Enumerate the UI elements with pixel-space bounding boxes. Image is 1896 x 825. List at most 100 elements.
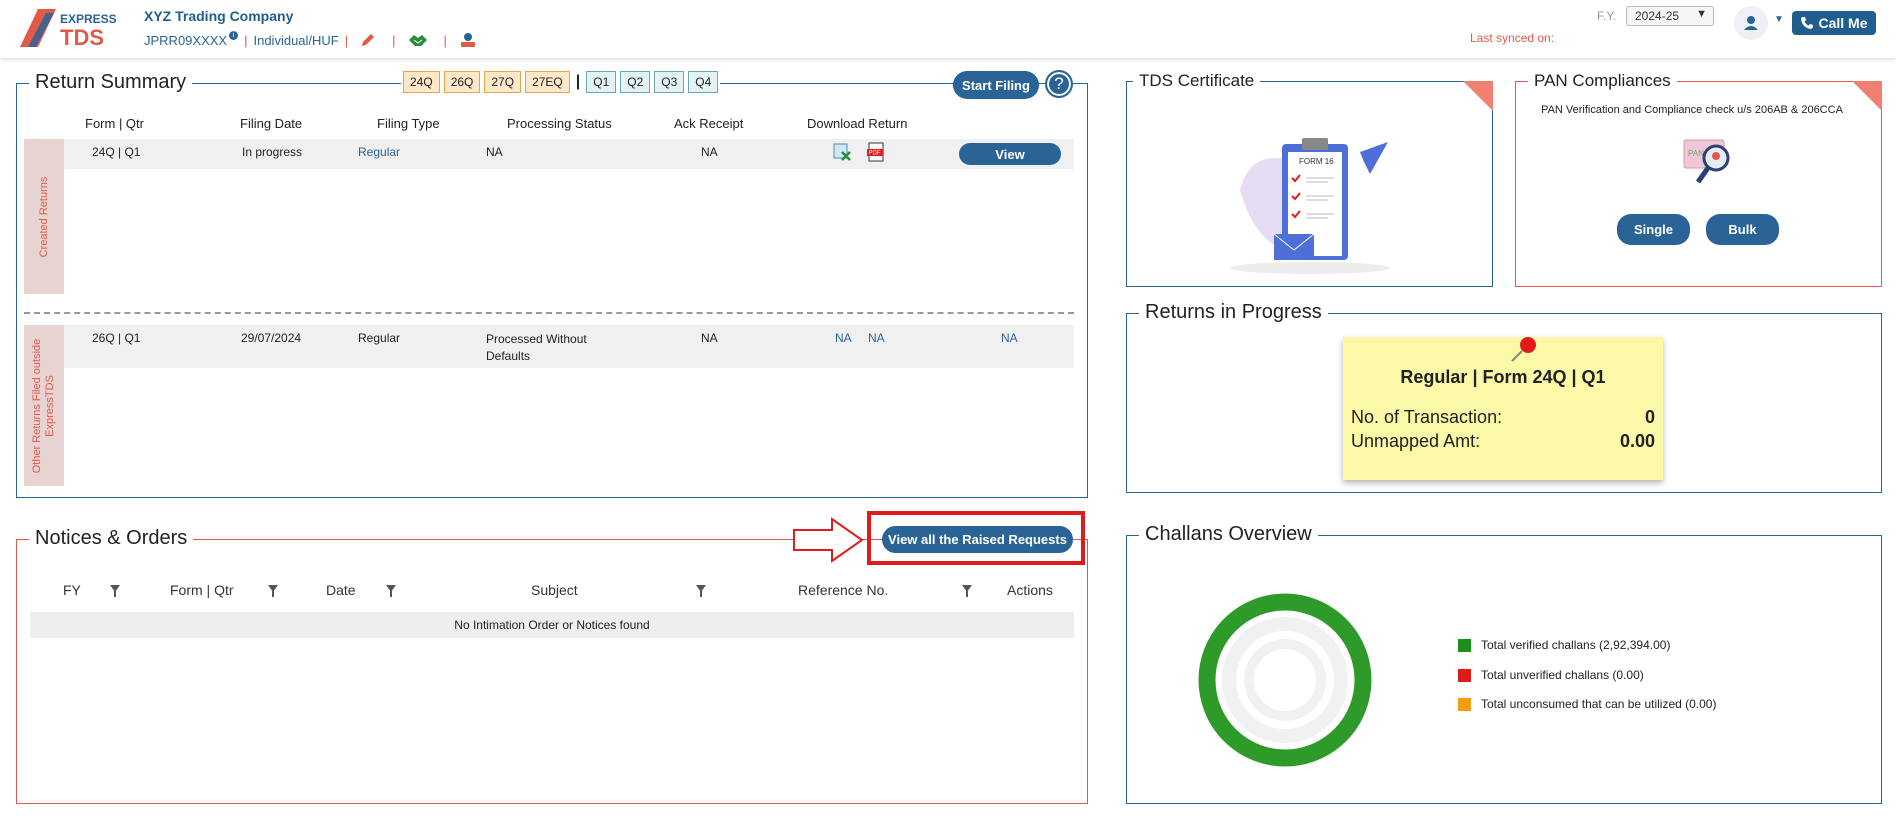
- col-processing-status: Processing Status: [507, 116, 612, 131]
- separator: |: [344, 32, 349, 48]
- single-button[interactable]: Single: [1617, 214, 1690, 245]
- pan-compliances-subtitle: PAN Verification and Compliance check u/…: [1541, 104, 1843, 116]
- row-filing-date: In progress: [242, 145, 303, 159]
- row-filing-date: 29/07/2024: [241, 331, 302, 345]
- chip-24q[interactable]: 24Q: [403, 71, 440, 93]
- chip-27eq[interactable]: 27EQ: [525, 71, 570, 93]
- chip-27q[interactable]: 27Q: [484, 71, 522, 93]
- chevron-down-icon[interactable]: ▼: [1774, 14, 1784, 25]
- pan-card-search-icon: PAN: [1683, 139, 1730, 184]
- chip-divider: |: [575, 73, 581, 90]
- other-returns-tab: Other Returns Filed outside ExpressTDS: [24, 325, 64, 486]
- chevron-down-icon: ▼: [1696, 8, 1707, 20]
- view-button[interactable]: View: [959, 143, 1061, 165]
- chip-q4[interactable]: Q4: [688, 71, 719, 93]
- handshake-icon[interactable]: [408, 32, 428, 48]
- bulk-button[interactable]: Bulk: [1706, 214, 1779, 245]
- return-progress-card[interactable]: Regular | Form 24Q | Q1 No. of Transacti…: [1343, 337, 1663, 480]
- pan-number: JPRR09XXXX: [144, 32, 228, 48]
- row-action[interactable]: NA: [1001, 331, 1018, 345]
- call-me-label: Call Me: [1818, 15, 1868, 31]
- fy-label: F.Y.: [1597, 9, 1617, 23]
- legend-swatch-unconsumed: [1458, 697, 1471, 711]
- chip-q3[interactable]: Q3: [654, 71, 685, 93]
- filter-icon[interactable]: [962, 585, 972, 597]
- company-name: XYZ Trading Company: [144, 8, 294, 24]
- created-returns-tab: Created Returns: [24, 139, 64, 294]
- col-actions: Actions: [1007, 582, 1053, 598]
- section-divider: [24, 312, 1074, 314]
- table-row: [64, 139, 1074, 169]
- separator: |: [443, 32, 447, 48]
- return-summary-title: Return Summary: [29, 71, 193, 94]
- filter-icon[interactable]: [110, 585, 120, 597]
- separator: |: [244, 32, 248, 48]
- legend-unconsumed: Total unconsumed that can be utilized (0…: [1458, 697, 1716, 711]
- col-ack-receipt: Ack Receipt: [674, 116, 744, 131]
- top-header: EXPRESS TDS XYZ Trading Company JPRR09XX…: [0, 0, 1896, 58]
- corner-ribbon: [1463, 81, 1493, 111]
- txn-label: No. of Transaction:: [1351, 407, 1503, 427]
- col-filing-type: Filing Type: [377, 116, 440, 131]
- user-badge-icon[interactable]: [459, 32, 477, 48]
- col-form-qtr: Form | Qtr: [85, 116, 144, 131]
- legend-verified: Total verified challans (2,92,394.00): [1458, 638, 1670, 652]
- col-reference-no: Reference No.: [798, 582, 889, 598]
- svg-text:PDF: PDF: [869, 151, 881, 157]
- row-status: Processed Without Defaults: [486, 332, 587, 363]
- svg-text:PAN: PAN: [1688, 149, 1704, 158]
- corner-ribbon: [1852, 81, 1882, 111]
- company-subline: JPRR09XXXX i | Individual/HUF | | |: [144, 30, 477, 48]
- legend-swatch-unverified: [1458, 668, 1471, 682]
- excel-download-icon[interactable]: [832, 142, 852, 162]
- col-fy: FY: [63, 582, 81, 598]
- row-filing-type-link[interactable]: Regular: [358, 145, 400, 159]
- col-download-return: Download Return: [807, 116, 908, 131]
- row-filing-type: Regular: [358, 331, 401, 345]
- chip-q1[interactable]: Q1: [586, 71, 617, 93]
- fy-select[interactable]: 2024-25 ▼: [1626, 6, 1714, 26]
- entity-type: Individual/HUF: [253, 32, 339, 48]
- view-all-raised-requests-button[interactable]: View all the Raised Requests: [882, 526, 1073, 553]
- row-status: NA: [486, 145, 503, 159]
- chip-26q[interactable]: 26Q: [443, 71, 481, 93]
- txn-value: 0: [1644, 407, 1655, 427]
- row-download-1[interactable]: NA: [835, 331, 852, 345]
- chip-q2[interactable]: Q2: [620, 71, 651, 93]
- amt-label: Unmapped Amt:: [1351, 431, 1481, 451]
- legend-swatch-verified: [1458, 638, 1471, 652]
- notices-title: Notices & Orders: [29, 527, 194, 550]
- card-title: Regular | Form 24Q | Q1: [1400, 367, 1606, 387]
- edit-icon[interactable]: [360, 32, 376, 48]
- col-form-qtr: Form | Qtr: [170, 582, 234, 598]
- expresstds-logo[interactable]: EXPRESS TDS: [20, 9, 124, 47]
- challans-overview-title: Challans Overview: [1139, 523, 1318, 546]
- row-form-qtr: 26Q | Q1: [92, 331, 141, 345]
- col-filing-date: Filing Date: [240, 116, 303, 131]
- filter-icon[interactable]: [696, 585, 706, 597]
- separator: |: [392, 32, 396, 48]
- tds-certificate-title: TDS Certificate: [1133, 71, 1261, 91]
- row-ack: NA: [701, 145, 718, 159]
- help-icon[interactable]: ?: [1045, 70, 1073, 98]
- info-icon[interactable]: i: [229, 30, 239, 40]
- call-me-button[interactable]: Call Me: [1792, 11, 1876, 35]
- form16-illustration: FORM 16: [1230, 138, 1390, 274]
- challans-donut: [1198, 593, 1372, 767]
- pan-compliances-title: PAN Compliances: [1528, 71, 1677, 91]
- filter-icon[interactable]: [386, 585, 396, 597]
- start-filing-button[interactable]: Start Filing: [953, 71, 1039, 99]
- avatar[interactable]: [1734, 6, 1768, 40]
- pdf-download-icon[interactable]: PDF: [866, 142, 886, 162]
- row-form-qtr: 24Q | Q1: [92, 145, 141, 159]
- empty-notices-message: No Intimation Order or Notices found: [30, 612, 1074, 638]
- last-synced: Last synced on:: [1470, 31, 1555, 45]
- row-download-2[interactable]: NA: [868, 331, 885, 345]
- col-date: Date: [326, 582, 356, 598]
- svg-text:TDS: TDS: [60, 25, 104, 47]
- col-subject: Subject: [531, 582, 578, 598]
- amt-value: 0.00: [1619, 431, 1655, 451]
- filter-icon[interactable]: [268, 585, 278, 597]
- fy-value: 2024-25: [1635, 9, 1680, 23]
- notices-panel: Notices & Orders: [16, 527, 1088, 804]
